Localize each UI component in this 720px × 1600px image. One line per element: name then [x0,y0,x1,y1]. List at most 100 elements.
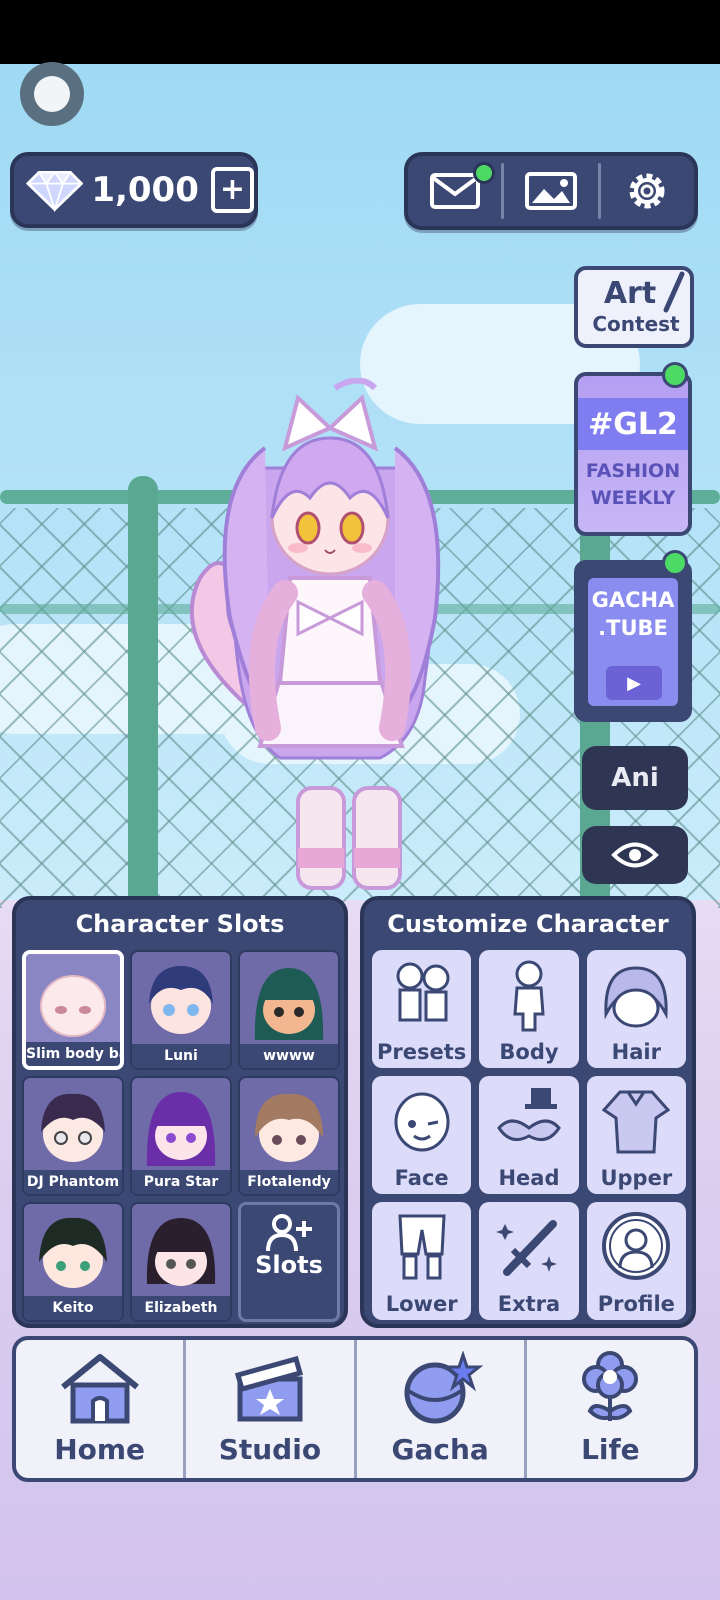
mail-button[interactable] [408,156,501,226]
character-slot[interactable]: Flotalendy [238,1076,340,1196]
art-contest-button[interactable]: Art Contest [574,266,694,348]
character-head-icon [146,1092,216,1166]
notification-dot [662,550,688,576]
character-slot[interactable]: Luni [130,950,232,1070]
nav-studio[interactable]: Studio [183,1340,353,1478]
upper-clothing-icon [602,1090,671,1154]
flower-icon [582,1351,639,1421]
hair-icon [604,966,668,1028]
gacha-tube-label: GACHA .TUBE [578,586,688,642]
slot-label: Luni [132,1044,230,1068]
slot-label: Slim body bas [26,1042,120,1066]
character-slot[interactable]: DJ Phantom [22,1076,124,1196]
face-icon [394,1092,450,1152]
slot-label: Elizabeth [132,1296,230,1320]
assistive-touch-button[interactable] [20,62,84,126]
customize-presets-button[interactable]: Presets [372,950,472,1068]
status-bar [0,0,720,64]
nav-life[interactable]: Life [523,1340,694,1478]
slot-label: Flotalendy [240,1170,338,1194]
add-slot-button[interactable]: Slots [238,1202,340,1322]
slot-label: Pura Star [132,1170,230,1194]
profile-icon [602,1212,671,1280]
customize-label: Head [498,1166,560,1190]
slot-label: DJ Phantom [24,1170,122,1194]
gacha-tube-line2: .TUBE [598,616,668,640]
settings-button[interactable] [601,156,694,226]
nav-label: Gacha [391,1433,489,1466]
character-slot[interactable]: Pura Star [130,1076,232,1196]
lower-clothing-icon [398,1214,446,1280]
bottom-navigation: Home Studio Gacha Life [12,1336,698,1482]
gl2-line2: WEEKLY [590,487,676,509]
customize-grid: Presets Body Hair Face Head Upper Lower … [372,950,686,1320]
game-screen: 1,000 + Art Contest #GL2 FASHION WEEKLY … [0,0,720,1600]
customize-body-button[interactable]: Body [479,950,579,1068]
character-head-icon [40,975,106,1037]
character-slot[interactable]: Keito [22,1202,124,1322]
customize-lower-button[interactable]: Lower [372,1202,472,1320]
nav-home[interactable]: Home [16,1340,183,1478]
character-head-icon [254,968,324,1040]
sword-icon [495,1220,557,1276]
pencil-icon [663,271,685,313]
customize-extra-button[interactable]: Extra [479,1202,579,1320]
customize-label: Presets [377,1040,467,1064]
play-icon: ▶ [606,666,662,700]
character-slots-title: Character Slots [75,910,285,938]
character-slot[interactable]: wwww [238,950,340,1070]
notification-dot [662,362,688,388]
nav-label: Life [581,1433,640,1466]
mail-icon [429,173,480,209]
add-slot-label: Slots [255,1251,323,1279]
nav-gacha[interactable]: Gacha [353,1340,524,1478]
head-accessory-icon [497,1088,561,1142]
gacha-tube-line1: GACHA [591,588,675,612]
gl2-fashion-weekly-button[interactable]: #GL2 FASHION WEEKLY [574,372,692,536]
house-icon [60,1354,139,1424]
customize-label: Body [499,1040,559,1064]
diamond-icon [26,170,84,213]
customize-character-panel: Customize Character Presets Body Hair Fa… [360,896,696,1328]
character-head-icon [255,1093,323,1162]
presets-icon [396,962,450,1022]
gacha-ball-icon [404,1351,484,1424]
add-person-icon [266,1214,312,1252]
customize-label: Profile [597,1292,675,1316]
gallery-button[interactable] [504,156,597,226]
ani-button[interactable]: Ani [582,746,688,810]
gl2-subtitle: FASHION WEEKLY [578,458,688,512]
eye-icon [611,842,659,868]
customize-profile-button[interactable]: Profile [586,1202,686,1320]
gem-counter: 1,000 + [10,152,258,228]
customize-label: Upper [600,1166,673,1190]
character-avatar[interactable] [180,378,480,908]
character-slot[interactable]: Elizabeth [130,1202,232,1322]
customize-upper-button[interactable]: Upper [586,1076,686,1194]
gallery-icon [524,172,577,210]
customize-label: Lower [385,1292,458,1316]
customize-label: Face [394,1166,449,1190]
customize-label: Hair [611,1040,661,1064]
customize-head-button[interactable]: Head [479,1076,579,1194]
nav-label: Home [54,1433,146,1466]
customize-face-button[interactable]: Face [372,1076,472,1194]
character-head-icon [146,1218,216,1286]
character-head-icon [149,966,213,1034]
slot-label: Keito [24,1296,122,1320]
character-slots-grid: Slim body bas Luni wwww [22,950,340,1322]
plus-box-icon[interactable]: + [210,167,254,213]
gl2-line1: FASHION [585,460,681,482]
gacha-tube-button[interactable]: GACHA .TUBE ▶ [574,560,692,722]
customize-hair-button[interactable]: Hair [586,950,686,1068]
character-slots-panel: Character Slots Slim body bas Luni [12,896,348,1328]
customize-character-title: Customize Character [387,910,669,938]
character-slot[interactable]: Slim body bas [22,950,124,1070]
gl2-title: #GL2 [578,398,688,450]
clapperboard-icon [234,1355,303,1422]
eye-toggle-button[interactable] [582,826,688,884]
gear-icon [629,173,665,209]
character-head-icon [39,1217,107,1288]
gem-count: 1,000 [91,170,199,210]
body-icon [513,960,545,1032]
